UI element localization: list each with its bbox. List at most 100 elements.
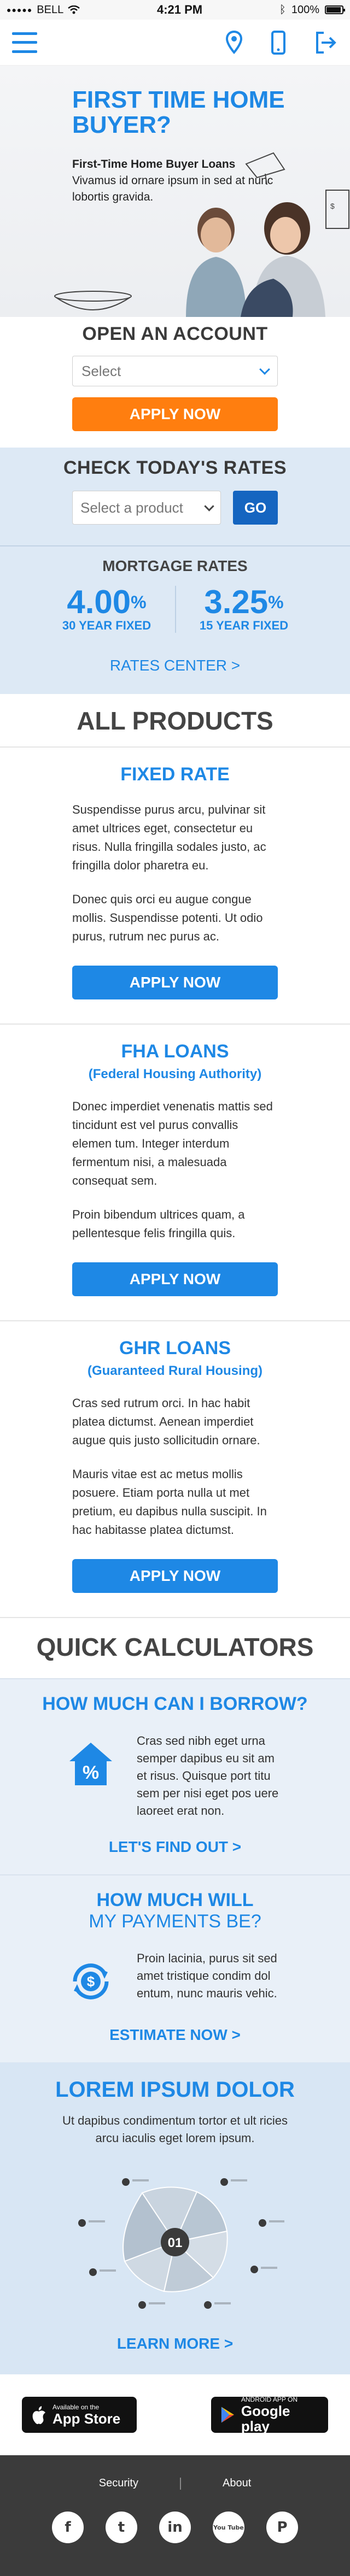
login-icon[interactable] — [314, 31, 338, 55]
calc-body: $ Proin lacinia, purus sit sed amet tris… — [0, 1950, 350, 2008]
lorem-section: LOREM IPSUM DOLOR Ut dapibus condimentum… — [0, 2062, 350, 2374]
location-pin-icon[interactable] — [225, 30, 243, 55]
google-big-text: Google play — [241, 2403, 290, 2434]
hero-banner: FIRST TIME HOME BUYER? First-Time Home B… — [0, 66, 350, 317]
status-left: ●●●●● BELL — [7, 4, 80, 16]
calc-title-line2: MY PAYMENTS BE? — [89, 1911, 261, 1932]
open-account-apply-button[interactable]: APPLY NOW — [72, 397, 278, 431]
product-description: Donec quis orci eu augue congue mollis. … — [72, 892, 263, 943]
rate-value: 3.25% — [204, 584, 284, 620]
open-account-heading: OPEN AN ACCOUNT — [82, 324, 268, 344]
battery-label: 100% — [291, 3, 319, 16]
couple-photo — [186, 202, 325, 317]
header-icons — [225, 30, 338, 55]
fixed-rate-apply-button[interactable]: APPLY NOW — [72, 966, 278, 999]
signal-icon: ●●●●● — [7, 5, 33, 14]
rate-term: 15 YEAR FIXED — [199, 619, 289, 632]
all-products-heading: ALL PRODUCTS — [0, 694, 350, 748]
pinterest-icon[interactable]: P — [266, 2512, 298, 2543]
app-header — [0, 20, 350, 66]
status-right: ᛒ 100% — [279, 3, 345, 16]
dollar-cycle-icon: $ — [65, 1955, 117, 2008]
carrier-label: BELL — [37, 3, 64, 16]
product-description: Suspendisse purus arcu, pulvinar sit ame… — [72, 803, 266, 872]
product-title: GHR LOANS — [119, 1338, 231, 1358]
product-description: Cras sed rutrum orci. In hac habit plate… — [72, 1396, 260, 1447]
footer-links: Security About — [0, 2477, 350, 2490]
product-description: Proin bibendum ultrices quam, a pellente… — [72, 1208, 245, 1240]
rates-heading: CHECK TODAY'S RATES — [63, 457, 287, 478]
svg-text:$: $ — [87, 1973, 95, 1990]
product-title: FHA LOANS — [121, 1041, 229, 1062]
apple-icon — [32, 2406, 45, 2424]
status-time: 4:21 PM — [156, 3, 203, 16]
about-link[interactable]: About — [181, 2477, 293, 2490]
hero-title: FIRST TIME HOME BUYER? — [72, 86, 285, 138]
product-fha-loans: FHA LOANS (Federal Housing Authority) Do… — [0, 1025, 350, 1321]
estimate-now-link[interactable]: ESTIMATE NOW > — [0, 2026, 350, 2044]
google-play-icon — [221, 2407, 234, 2423]
product-description: Mauris vitae est ac metus mollis posuere… — [72, 1467, 267, 1537]
lamp-sketch-icon — [245, 152, 285, 185]
facebook-icon[interactable]: f — [52, 2512, 84, 2543]
chevron-down-icon — [204, 501, 214, 511]
calc-payments: HOW MUCH WILL MY PAYMENTS BE? $ Proin la… — [0, 1874, 350, 2062]
product-select-value: Select a product — [80, 499, 183, 516]
mortgage-rates-label: MORTGAGE RATES — [102, 557, 248, 574]
product-select[interactable]: Select a product — [72, 491, 221, 525]
open-account-section: OPEN AN ACCOUNT Select APPLY NOW — [0, 317, 350, 448]
footer: Security About f t in You Tube P — [0, 2455, 350, 2576]
ghr-apply-button[interactable]: APPLY NOW — [72, 1559, 278, 1593]
battery-icon — [325, 5, 345, 14]
house-percent-icon: % — [65, 1738, 117, 1790]
quick-calculators-heading: QUICK CALCULATORS — [0, 1618, 350, 1678]
app-store-badge[interactable]: Available on the App Store — [22, 2397, 137, 2433]
rate-term: 30 YEAR FIXED — [62, 619, 151, 632]
app-badges: Available on the App Store ANDROID APP O… — [0, 2374, 350, 2455]
product-title: FIXED RATE — [120, 764, 230, 785]
wifi-icon — [68, 5, 80, 14]
fan-graphic: 01 — [78, 2178, 284, 2309]
product-fixed-rate: FIXED RATE Suspendisse purus arcu, pulvi… — [0, 748, 350, 1025]
chevron-down-icon — [259, 364, 270, 375]
security-link[interactable]: Security — [57, 2477, 180, 2490]
phone-icon[interactable] — [271, 30, 285, 55]
lorem-title: LOREM IPSUM DOLOR — [55, 2078, 295, 2102]
rates-divider — [0, 545, 350, 546]
calc-body: % Cras sed nibh eget urna semper dapibus… — [0, 1732, 350, 1820]
app-store-small-text: Available on the — [52, 2403, 100, 2411]
twitter-icon[interactable]: t — [106, 2512, 137, 2543]
fan-infographic: 01 — [60, 2160, 290, 2319]
rate-value: 4.00% — [67, 584, 147, 620]
rates-section: CHECK TODAY'S RATES Select a product GO … — [0, 448, 350, 694]
calc-description: Cras sed nibh eget urna semper dapibus e… — [137, 1734, 279, 1818]
status-bar: ●●●●● BELL 4:21 PM ᛒ 100% — [0, 0, 350, 20]
linkedin-icon[interactable]: in — [159, 2512, 191, 2543]
calc-borrow: HOW MUCH CAN I BORROW? % Cras sed nibh e… — [0, 1678, 350, 1874]
rate-30-year: 4.00% 30 YEAR FIXED — [38, 586, 175, 633]
calc-title: HOW MUCH CAN I BORROW? — [42, 1693, 308, 1714]
go-button[interactable]: GO — [233, 491, 278, 525]
rates-form: Select a product GO — [0, 491, 350, 525]
account-type-select[interactable]: Select — [72, 356, 278, 386]
product-description: Donec imperdiet venenatis mattis sed tin… — [72, 1099, 273, 1187]
fha-apply-button[interactable]: APPLY NOW — [72, 1262, 278, 1296]
calc-description: Proin lacinia, purus sit sed amet tristi… — [137, 1951, 277, 2000]
menu-icon[interactable] — [12, 32, 37, 53]
lorem-subtitle: Ut dapibus condimentum tortor et ult ric… — [62, 2114, 288, 2145]
fan-center-label: 01 — [168, 2236, 183, 2250]
bowl-sketch-icon — [54, 291, 132, 310]
product-subtitle: (Federal Housing Authority) — [88, 1067, 262, 1081]
rate-15-year: 3.25% 15 YEAR FIXED — [175, 586, 312, 633]
rates-center-link[interactable]: RATES CENTER > — [0, 657, 350, 674]
products-section: ALL PRODUCTS FIXED RATE Suspendisse puru… — [0, 694, 350, 1618]
google-play-badge[interactable]: ANDROID APP ON Google play — [211, 2396, 328, 2434]
product-ghr-loans: GHR LOANS (Guaranteed Rural Housing) Cra… — [0, 1321, 350, 1618]
rate-columns: 4.00% 30 YEAR FIXED 3.25% 15 YEAR FIXED — [0, 586, 350, 633]
svg-text:%: % — [83, 1762, 99, 1783]
app-store-big-text: App Store — [52, 2410, 121, 2427]
calc-title: HOW MUCH WILL — [96, 1890, 254, 1910]
youtube-icon[interactable]: You Tube — [213, 2512, 244, 2543]
learn-more-link[interactable]: LEARN MORE > — [0, 2335, 350, 2352]
find-out-link[interactable]: LET'S FIND OUT > — [0, 1838, 350, 1856]
